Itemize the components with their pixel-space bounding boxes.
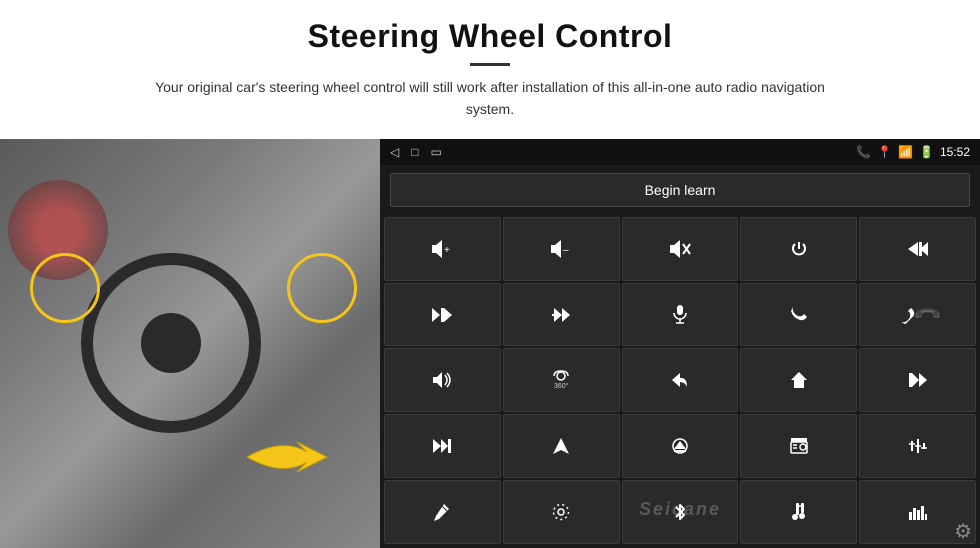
header-section: Steering Wheel Control Your original car… — [0, 0, 980, 129]
wifi-icon: 📶 — [898, 145, 913, 159]
recent-nav-icon[interactable]: ▭ — [430, 145, 441, 159]
status-bar: ◁ □ ▭ 📞 📍 📶 🔋 15:52 — [380, 139, 980, 165]
location-icon: 📍 — [877, 145, 892, 159]
car-background — [0, 139, 380, 548]
car-image — [0, 139, 380, 548]
yellow-arrow — [242, 427, 342, 487]
announce-button[interactable] — [384, 348, 501, 412]
eject-button[interactable] — [622, 414, 739, 478]
highlight-circle-right — [287, 253, 357, 323]
edit-button[interactable] — [384, 480, 501, 544]
time-display: 15:52 — [940, 145, 970, 159]
home-nav-icon[interactable]: □ — [411, 145, 418, 159]
sw-center — [141, 313, 201, 373]
page: Steering Wheel Control Your original car… — [0, 0, 980, 548]
seek-button[interactable] — [503, 283, 620, 347]
home-nav-button[interactable] — [740, 348, 857, 412]
mute-button[interactable] — [622, 217, 739, 281]
prev-button[interactable] — [859, 217, 976, 281]
skip-back-button[interactable] — [859, 348, 976, 412]
subtitle-text: Your original car's steering wheel contr… — [140, 76, 840, 121]
battery-icon: 🔋 — [919, 145, 934, 159]
vol-down-button[interactable]: – — [503, 217, 620, 281]
status-right: 📞 📍 📶 🔋 15:52 — [856, 145, 970, 159]
title-divider — [470, 63, 510, 66]
begin-learn-row: Begin learn — [380, 165, 980, 215]
sw-rim — [81, 253, 261, 433]
control-grid: + – — [380, 215, 980, 548]
next-button[interactable] — [384, 283, 501, 347]
svg-text:+: + — [444, 245, 450, 256]
begin-learn-button[interactable]: Begin learn — [390, 173, 970, 207]
mic-button[interactable] — [622, 283, 739, 347]
end-call-button[interactable]: 📞 — [859, 283, 976, 347]
camera-360-button[interactable]: 360° — [503, 348, 620, 412]
page-title: Steering Wheel Control — [60, 18, 920, 55]
bluetooth-button[interactable] — [622, 480, 739, 544]
settings-gear-button[interactable]: ⚙ — [954, 519, 972, 544]
android-ui: ◁ □ ▭ 📞 📍 📶 🔋 15:52 Begin learn — [380, 139, 980, 548]
music-button[interactable] — [740, 480, 857, 544]
back-nav-icon[interactable]: ◁ — [390, 145, 399, 159]
radio-button[interactable] — [740, 414, 857, 478]
steering-wheel — [81, 253, 261, 433]
call-button[interactable] — [740, 283, 857, 347]
content-area: ◁ □ ▭ 📞 📍 📶 🔋 15:52 Begin learn — [0, 139, 980, 548]
navigate-button[interactable] — [503, 414, 620, 478]
status-nav: ◁ □ ▭ — [390, 145, 442, 159]
settings2-button[interactable] — [503, 480, 620, 544]
skip-next2-button[interactable] — [384, 414, 501, 478]
eq-button[interactable] — [859, 414, 976, 478]
phone-icon: 📞 — [856, 145, 871, 159]
svg-text:–: – — [563, 245, 569, 256]
vol-up-button[interactable]: + — [384, 217, 501, 281]
back-nav-button[interactable] — [622, 348, 739, 412]
power-button[interactable] — [740, 217, 857, 281]
